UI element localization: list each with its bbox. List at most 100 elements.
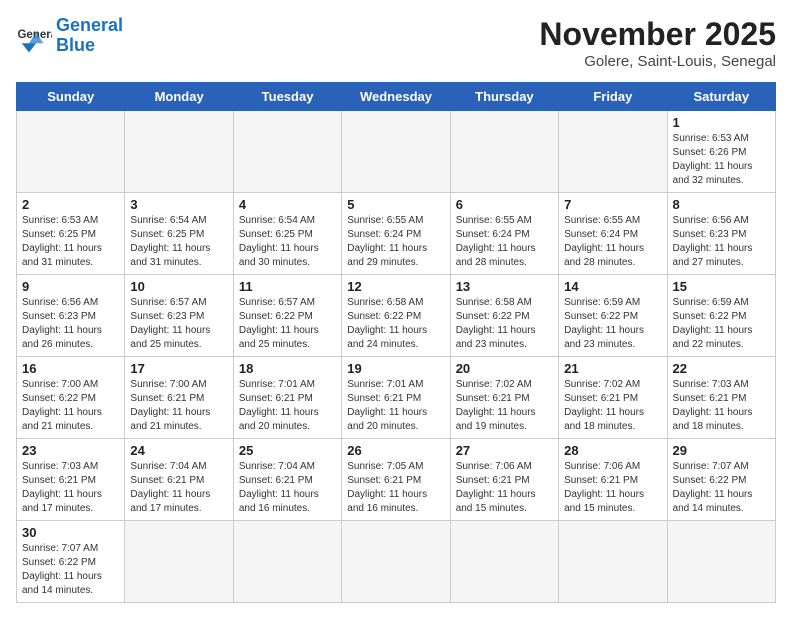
day-cell: 2 Sunrise: 6:53 AM Sunset: 6:25 PM Daylig…: [17, 193, 125, 275]
day-number: 16: [22, 361, 119, 376]
day-number: 14: [564, 279, 661, 294]
day-number: 24: [130, 443, 227, 458]
day-cell: [559, 521, 667, 603]
day-cell: [125, 521, 233, 603]
day-cell: 26 Sunrise: 7:05 AM Sunset: 6:21 PM Dayli…: [342, 439, 450, 521]
day-info: Sunrise: 6:56 AM Sunset: 6:23 PM Dayligh…: [673, 214, 770, 270]
day-cell: 21Sunrise: 7:02 AM Sunset: 6:21 PM Dayli…: [559, 357, 667, 439]
day-cell: 9 Sunrise: 6:56 AM Sunset: 6:23 PM Daylig…: [17, 275, 125, 357]
day-info: Sunrise: 7:01 AM Sunset: 6:21 PM Dayligh…: [347, 378, 444, 434]
day-info: Sunrise: 7:04 AM Sunset: 6:21 PM Dayligh…: [239, 460, 336, 516]
day-cell: [342, 521, 450, 603]
day-number: 28: [564, 443, 661, 458]
day-cell: 24 Sunrise: 7:04 AM Sunset: 6:21 PM Dayli…: [125, 439, 233, 521]
col-header-saturday: Saturday: [667, 83, 775, 111]
day-number: 10: [130, 279, 227, 294]
day-cell: [125, 111, 233, 193]
day-cell: 29 Sunrise: 7:07 AM Sunset: 6:22 PM Dayli…: [667, 439, 775, 521]
day-cell: [450, 521, 558, 603]
day-cell: 6 Sunrise: 6:55 AM Sunset: 6:24 PM Daylig…: [450, 193, 558, 275]
week-row-6: 30 Sunrise: 7:07 AM Sunset: 6:22 PM Dayli…: [17, 521, 776, 603]
logo-text: GeneralBlue: [56, 16, 123, 56]
day-cell: 7 Sunrise: 6:55 AM Sunset: 6:24 PM Daylig…: [559, 193, 667, 275]
day-info: Sunrise: 7:01 AM Sunset: 6:21 PM Dayligh…: [239, 378, 336, 434]
day-cell: 12Sunrise: 6:58 AM Sunset: 6:22 PM Dayli…: [342, 275, 450, 357]
day-number: 7: [564, 197, 661, 212]
day-cell: 4Sunrise: 6:54 AM Sunset: 6:25 PM Daylig…: [233, 193, 341, 275]
day-cell: [233, 521, 341, 603]
day-cell: 19Sunrise: 7:01 AM Sunset: 6:21 PM Dayli…: [342, 357, 450, 439]
week-row-5: 23 Sunrise: 7:03 AM Sunset: 6:21 PM Dayli…: [17, 439, 776, 521]
day-cell: 27 Sunrise: 7:06 AM Sunset: 6:21 PM Dayli…: [450, 439, 558, 521]
logo-icon: General: [16, 18, 52, 54]
day-info: Sunrise: 6:55 AM Sunset: 6:24 PM Dayligh…: [456, 214, 553, 270]
day-number: 25: [239, 443, 336, 458]
day-cell: 11 Sunrise: 6:57 AM Sunset: 6:22 PM Dayli…: [233, 275, 341, 357]
day-cell: [342, 111, 450, 193]
day-info: Sunrise: 7:02 AM Sunset: 6:21 PM Dayligh…: [564, 378, 661, 434]
day-number: 15: [673, 279, 770, 294]
day-number: 12: [347, 279, 444, 294]
day-info: Sunrise: 6:53 AM Sunset: 6:25 PM Dayligh…: [22, 214, 119, 270]
day-info: Sunrise: 6:56 AM Sunset: 6:23 PM Dayligh…: [22, 296, 119, 352]
day-info: Sunrise: 7:07 AM Sunset: 6:22 PM Dayligh…: [673, 460, 770, 516]
page-header: General GeneralBlue November 2025 Golere…: [16, 16, 776, 70]
calendar-table: SundayMondayTuesdayWednesdayThursdayFrid…: [16, 82, 776, 603]
day-info: Sunrise: 7:05 AM Sunset: 6:21 PM Dayligh…: [347, 460, 444, 516]
day-number: 13: [456, 279, 553, 294]
day-number: 5: [347, 197, 444, 212]
day-info: Sunrise: 7:02 AM Sunset: 6:21 PM Dayligh…: [456, 378, 553, 434]
day-cell: 10 Sunrise: 6:57 AM Sunset: 6:23 PM Dayli…: [125, 275, 233, 357]
day-cell: 17Sunrise: 7:00 AM Sunset: 6:21 PM Dayli…: [125, 357, 233, 439]
day-cell: [233, 111, 341, 193]
day-number: 18: [239, 361, 336, 376]
week-row-3: 9 Sunrise: 6:56 AM Sunset: 6:23 PM Daylig…: [17, 275, 776, 357]
day-cell: 30 Sunrise: 7:07 AM Sunset: 6:22 PM Dayli…: [17, 521, 125, 603]
day-number: 29: [673, 443, 770, 458]
day-info: Sunrise: 6:58 AM Sunset: 6:22 PM Dayligh…: [456, 296, 553, 352]
day-cell: [17, 111, 125, 193]
day-cell: 18 Sunrise: 7:01 AM Sunset: 6:21 PM Dayli…: [233, 357, 341, 439]
day-info: Sunrise: 6:57 AM Sunset: 6:23 PM Dayligh…: [130, 296, 227, 352]
day-info: Sunrise: 6:57 AM Sunset: 6:22 PM Dayligh…: [239, 296, 336, 352]
day-info: Sunrise: 6:59 AM Sunset: 6:22 PM Dayligh…: [564, 296, 661, 352]
day-cell: 23 Sunrise: 7:03 AM Sunset: 6:21 PM Dayli…: [17, 439, 125, 521]
col-header-thursday: Thursday: [450, 83, 558, 111]
logo: General GeneralBlue: [16, 16, 123, 56]
day-info: Sunrise: 7:03 AM Sunset: 6:21 PM Dayligh…: [22, 460, 119, 516]
day-cell: 28Sunrise: 7:06 AM Sunset: 6:21 PM Dayli…: [559, 439, 667, 521]
day-cell: 15Sunrise: 6:59 AM Sunset: 6:22 PM Dayli…: [667, 275, 775, 357]
week-row-2: 2 Sunrise: 6:53 AM Sunset: 6:25 PM Daylig…: [17, 193, 776, 275]
day-cell: 5 Sunrise: 6:55 AM Sunset: 6:24 PM Daylig…: [342, 193, 450, 275]
day-info: Sunrise: 7:06 AM Sunset: 6:21 PM Dayligh…: [456, 460, 553, 516]
day-info: Sunrise: 6:55 AM Sunset: 6:24 PM Dayligh…: [347, 214, 444, 270]
day-cell: 8 Sunrise: 6:56 AM Sunset: 6:23 PM Daylig…: [667, 193, 775, 275]
day-info: Sunrise: 6:54 AM Sunset: 6:25 PM Dayligh…: [239, 214, 336, 270]
month-title: November 2025: [539, 16, 776, 53]
day-number: 11: [239, 279, 336, 294]
week-row-1: 1Sunrise: 6:53 AM Sunset: 6:26 PM Daylig…: [17, 111, 776, 193]
day-cell: 16Sunrise: 7:00 AM Sunset: 6:22 PM Dayli…: [17, 357, 125, 439]
day-number: 9: [22, 279, 119, 294]
day-number: 8: [673, 197, 770, 212]
day-number: 23: [22, 443, 119, 458]
day-info: Sunrise: 7:07 AM Sunset: 6:22 PM Dayligh…: [22, 542, 119, 598]
day-cell: [450, 111, 558, 193]
title-block: November 2025 Golere, Saint-Louis, Seneg…: [539, 16, 776, 70]
day-info: Sunrise: 7:04 AM Sunset: 6:21 PM Dayligh…: [130, 460, 227, 516]
day-info: Sunrise: 6:53 AM Sunset: 6:26 PM Dayligh…: [673, 132, 770, 188]
day-info: Sunrise: 6:54 AM Sunset: 6:25 PM Dayligh…: [130, 214, 227, 270]
col-header-tuesday: Tuesday: [233, 83, 341, 111]
day-number: 27: [456, 443, 553, 458]
day-number: 20: [456, 361, 553, 376]
day-number: 6: [456, 197, 553, 212]
day-info: Sunrise: 6:55 AM Sunset: 6:24 PM Dayligh…: [564, 214, 661, 270]
day-cell: 22Sunrise: 7:03 AM Sunset: 6:21 PM Dayli…: [667, 357, 775, 439]
col-header-friday: Friday: [559, 83, 667, 111]
day-number: 26: [347, 443, 444, 458]
day-cell: 13 Sunrise: 6:58 AM Sunset: 6:22 PM Dayli…: [450, 275, 558, 357]
day-number: 2: [22, 197, 119, 212]
col-header-wednesday: Wednesday: [342, 83, 450, 111]
day-number: 30: [22, 525, 119, 540]
day-cell: [559, 111, 667, 193]
